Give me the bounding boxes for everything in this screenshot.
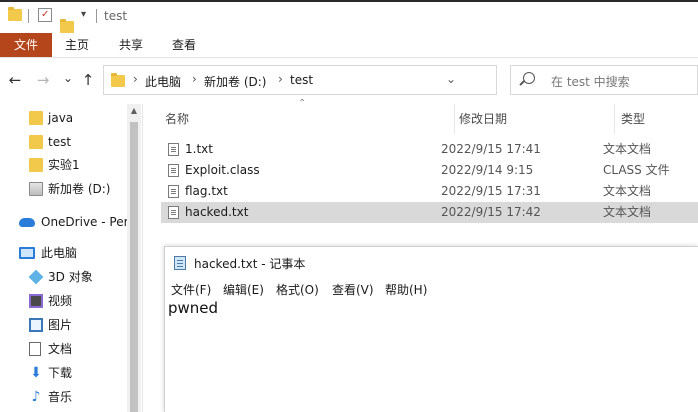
file-date: 2022/9/15 17:41 [441,142,541,156]
sidebar-item-label: java [48,111,74,125]
text-file-icon [168,185,179,198]
folder-icon [8,7,22,21]
sidebar-item-label: 文档 [48,342,73,356]
up-arrow-icon[interactable]: ↑ [79,70,97,90]
properties-icon[interactable]: ✓ [38,8,52,22]
menu-view[interactable]: 查看(V) [332,281,374,298]
notepad-title: hacked.txt - 记事本 [194,257,306,271]
chevron-right-icon: › [192,72,197,86]
sidebar-item-label: 实验1 [48,158,80,172]
column-header-date[interactable]: 修改日期 [459,104,507,134]
navigation-pane: java test 实验1 新加卷 (D:) OneDrive - Per 此电… [0,104,143,412]
drive-icon [29,182,43,196]
tab-home[interactable]: 主页 [54,33,100,57]
ribbon-tabs: 文件 主页 共享 查看 [0,33,698,57]
title-separator [28,9,29,23]
window-top-border [0,0,698,2]
sidebar-item-label: test [48,135,72,149]
sidebar-item-label: 此电脑 [41,246,78,260]
sidebar-item-label: OneDrive - Per [41,215,129,229]
menu-format[interactable]: 格式(O) [276,281,319,298]
pictures-icon [29,318,43,332]
scroll-up-icon[interactable]: ▲ [127,106,141,115]
file-name: Exploit.class [185,163,260,177]
file-row[interactable]: 1.txt 2022/9/15 17:41 文本文档 [161,139,698,160]
file-type: 文本文档 [603,142,652,156]
tab-share[interactable]: 共享 [108,33,154,57]
scrollbar-thumb[interactable] [130,122,138,412]
file-date: 2022/9/14 9:15 [441,163,534,177]
column-divider[interactable] [614,104,615,134]
file-name: flag.txt [185,184,228,198]
text-file-icon [168,206,179,219]
navigation-bar: ← → ⌄ ↑ › 此电脑 › 新加卷 (D:) › test ⌄ ↻ 在 te… [0,58,698,104]
title-separator [96,9,97,23]
title-bar: ✓ ▾ test [0,0,698,33]
file-type: CLASS 文件 [603,163,670,177]
cloud-icon [19,218,35,227]
forward-arrow-icon[interactable]: → [34,70,52,90]
sidebar-item-label: 3D 对象 [48,270,93,284]
chevron-right-icon: › [133,72,138,86]
notepad-title-bar[interactable]: hacked.txt - 记事本 [165,247,698,279]
3d-objects-icon [28,269,44,285]
file-type: 文本文档 [603,184,652,198]
menu-edit[interactable]: 编辑(E) [223,281,264,298]
sidebar-item-label: 视频 [48,294,73,308]
video-icon [29,294,43,308]
breadcrumb-test[interactable]: test [290,73,313,87]
computer-icon [19,247,35,259]
sidebar-scrollbar[interactable]: ▲ [127,104,141,412]
notepad-window[interactable]: hacked.txt - 记事本 文件(F) 编辑(E) 格式(O) 查看(V)… [164,246,698,412]
column-header-name[interactable]: 名称 [165,104,189,134]
window-title: test [104,9,128,23]
address-bar[interactable]: › 此电脑 › 新加卷 (D:) › test ⌄ ↻ [103,65,591,95]
music-icon: ♪ [31,389,41,405]
folder-icon [29,135,43,149]
file-type: 文本文档 [603,205,652,219]
text-file-icon [168,143,179,156]
notepad-text-area[interactable]: pwned [168,299,218,317]
search-placeholder: 在 test 中搜索 [551,75,630,89]
recent-locations-icon[interactable]: ⌄ [59,68,77,88]
search-box[interactable]: 在 test 中搜索 [510,65,698,95]
menu-help[interactable]: 帮助(H) [385,281,427,298]
file-date: 2022/9/15 17:31 [441,184,541,198]
notepad-menu-bar: 文件(F) 编辑(E) 格式(O) 查看(V) 帮助(H) [165,279,698,299]
file-name: hacked.txt [185,205,249,219]
file-row-selected[interactable]: hacked.txt 2022/9/15 17:42 文本文档 [161,202,698,223]
address-dropdown-icon[interactable]: ⌄ [446,72,456,86]
tab-file[interactable]: 文件 [0,33,52,57]
file-row[interactable]: flag.txt 2022/9/15 17:31 文本文档 [161,181,698,202]
menu-file[interactable]: 文件(F) [171,281,211,298]
new-folder-icon[interactable] [60,19,74,33]
class-file-icon [168,164,179,177]
column-divider[interactable] [454,104,455,134]
documents-icon [29,342,41,356]
download-icon: ⬇ [30,365,42,381]
sort-ascending-icon: ⌃ [298,98,307,109]
file-row[interactable]: Exploit.class 2022/9/14 9:15 CLASS 文件 [161,160,698,181]
back-arrow-icon[interactable]: ← [6,70,24,90]
sidebar-item-label: 新加卷 (D:) [48,182,111,196]
folder-icon [111,73,125,87]
file-date: 2022/9/15 17:42 [441,205,541,219]
sidebar-item-label: 图片 [48,318,73,332]
file-list: ⌃ 名称 修改日期 类型 1.txt 2022/9/15 17:41 文本文档 … [143,98,698,224]
tab-view[interactable]: 查看 [161,33,207,57]
breadcrumb-drive-d[interactable]: 新加卷 (D:) [204,73,266,90]
sidebar-item-label: 音乐 [48,390,73,404]
folder-icon [29,158,43,172]
folder-icon [29,111,43,125]
chevron-right-icon: › [278,72,283,86]
breadcrumb-this-pc[interactable]: 此电脑 [145,73,181,90]
search-icon [523,72,535,84]
sidebar-item-label: 下载 [48,366,73,380]
column-header-type[interactable]: 类型 [621,104,645,134]
notepad-icon [174,256,186,270]
customize-quick-access-icon[interactable]: ▾ [81,9,86,20]
file-name: 1.txt [185,142,213,156]
